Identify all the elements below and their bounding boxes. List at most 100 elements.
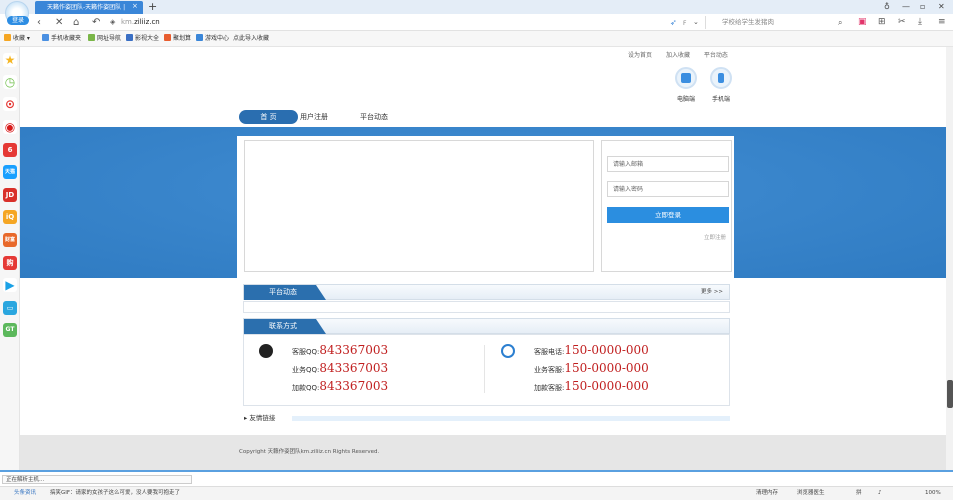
tab-close-icon[interactable]: × <box>132 2 138 10</box>
contact-divider <box>484 345 485 393</box>
feedback-side-tab[interactable] <box>947 380 953 408</box>
app-center-icon[interactable]: ▣ <box>858 16 867 29</box>
top-links: 设为首页 加入收藏 平台动态 <box>628 50 740 59</box>
friend-links-arrow-icon: ▸ <box>244 414 248 422</box>
loading-status: 正在解析主机... <box>2 475 192 484</box>
search-engine-label[interactable]: F <box>683 17 686 30</box>
window-close-icon[interactable]: ✕ <box>938 1 945 13</box>
email-field[interactable]: 请输入邮箱 <box>607 156 729 172</box>
download-desktop[interactable]: 电脑端 <box>668 67 704 103</box>
navigation-bar: ‹ ✕ ⌂ ↶ ◈ km.ziliiz.cn ➶ F ⌄ 学校给学生发猪肉 ⌕ … <box>0 14 953 31</box>
qq-icon <box>259 344 273 358</box>
bookmark-nav[interactable]: 网址导航 <box>88 31 121 47</box>
password-field[interactable]: 请输入密码 <box>607 181 729 197</box>
bookmark-favorites[interactable]: 收藏 ▾ <box>4 31 30 47</box>
menu-icon[interactable]: ≡ <box>938 16 946 29</box>
search-icon[interactable]: ⌕ <box>838 16 842 29</box>
shop-icon[interactable]: 购 <box>3 256 17 270</box>
qq-value: 843367003 <box>319 379 389 393</box>
phone-value: 150-0000-000 <box>564 361 649 375</box>
menu-home[interactable]: 首 页 <box>239 110 298 124</box>
video-icon[interactable]: ⊙ <box>3 97 17 111</box>
app-icon[interactable]: GT <box>3 323 17 337</box>
history-icon[interactable]: ◷ <box>3 75 17 89</box>
menu-news[interactable]: 平台动态 <box>360 110 388 124</box>
zoom-level[interactable]: 100% <box>925 487 941 500</box>
scissors-icon[interactable]: ✂ <box>898 16 906 29</box>
tv-icon[interactable]: ▭ <box>3 301 17 315</box>
news-section-title: 平台动态 <box>244 285 326 300</box>
bookmark-games[interactable]: 游戏中心 <box>196 31 229 47</box>
password-placeholder: 请输入密码 <box>613 186 644 193</box>
favorites-icon[interactable]: ★ <box>3 53 17 67</box>
more-link[interactable]: 更多 >> <box>701 285 723 300</box>
tab-active[interactable]: 天籁作姿团队-天籁作姿团队 | <box>35 1 143 14</box>
bookmark-deals[interactable]: 聚划算 <box>164 31 191 47</box>
search-input[interactable]: 学校给学生发猪肉 <box>705 16 850 29</box>
login-button[interactable]: 登录 <box>7 16 29 25</box>
undo-icon[interactable]: ↶ <box>92 16 100 29</box>
ime-indicator[interactable]: 拼 <box>856 487 862 500</box>
copyright-text: Copyright 天籁作姿团队km.ziliiz.cn Rights Rese… <box>239 449 380 455</box>
home-icon[interactable]: ⌂ <box>73 16 79 29</box>
star-icon <box>4 34 11 41</box>
download-mobile[interactable]: 手机端 <box>703 67 739 103</box>
address-prefix: km. <box>121 18 135 26</box>
footer: Copyright 天籁作姿团队km.ziliiz.cn Rights Rese… <box>20 435 946 470</box>
news-ticker[interactable]: 搞笑GIF：请家的女孩子这么可爱，没人要我可抱走了 <box>50 487 180 500</box>
link-platform-news[interactable]: 平台动态 <box>704 52 728 59</box>
tmall-icon[interactable]: 天猫 <box>3 165 17 179</box>
web-page: 设为首页 加入收藏 平台动态 电脑端 手机端 首 页 用户注册 平台动态 请输入… <box>20 47 946 470</box>
news-section-header: 平台动态 更多 >> <box>243 284 730 300</box>
tab-title: 天籁作姿团队-天籁作姿团队 | <box>47 4 126 11</box>
chevron-down-icon[interactable]: ⌄ <box>693 16 699 29</box>
link-add-favorite[interactable]: 加入收藏 <box>666 52 690 59</box>
login-submit-button[interactable]: 立即登录 <box>607 207 729 223</box>
live-icon[interactable]: ◉ <box>3 120 17 134</box>
phone-row: 客服电话:150-0000-000 <box>534 343 649 357</box>
computer-icon <box>675 67 697 89</box>
phone-value: 150-0000-000 <box>564 343 649 357</box>
shield-icon: ◈ <box>110 18 116 26</box>
player-icon[interactable]: ▶ <box>3 278 17 292</box>
jd-icon[interactable]: JD <box>3 188 17 202</box>
film-icon <box>126 34 133 41</box>
speaker-icon[interactable]: ♪ <box>878 487 882 500</box>
iqiyi-icon[interactable]: iQ <box>3 210 17 224</box>
memory-cleaner[interactable]: 清理内存 <box>756 487 778 500</box>
shirt-icon[interactable]: ♁ <box>884 1 890 13</box>
status-bar: 正在解析主机... 头条资讯 搞笑GIF：请家的女孩子这么可爱，没人要我可抱走了… <box>0 470 953 500</box>
news-panel <box>243 301 730 313</box>
address-domain: ziliiz.cn <box>134 18 160 26</box>
grid-icon[interactable]: ⊞ <box>878 16 886 29</box>
browser-doctor[interactable]: 浏览器医生 <box>797 487 825 500</box>
bookmark-mobile[interactable]: 手机收藏夹 <box>42 31 81 47</box>
phone-value: 150-0000-000 <box>564 379 649 393</box>
minimize-icon[interactable]: — <box>902 1 910 13</box>
new-tab-button[interactable]: + <box>148 0 157 14</box>
email-placeholder: 请输入邮箱 <box>613 161 644 168</box>
back-icon[interactable]: ‹ <box>37 16 41 29</box>
lightning-icon[interactable]: ➶ <box>670 16 677 29</box>
address-bar[interactable]: km.ziliiz.cn <box>121 16 661 29</box>
title-bar: 天籁作姿团队-天籁作姿团队 | × + ♁ — ▫ ✕ <box>0 0 953 14</box>
phone-row: 业务客服:150-0000-000 <box>534 361 649 375</box>
download-icon[interactable]: ⤓ <box>918 16 922 29</box>
news-source[interactable]: 头条资讯 <box>14 487 36 500</box>
finance-icon[interactable]: 财富 <box>3 233 17 247</box>
menu-register[interactable]: 用户注册 <box>300 110 328 124</box>
bookmark-import[interactable]: 点此导入收藏 <box>233 31 269 47</box>
stop-icon[interactable]: ✕ <box>55 16 63 29</box>
sidebar: ★ ◷ ⊙ ◉ 6 天猫 JD iQ 财富 购 ▶ ▭ GT <box>0 47 20 470</box>
weibo-icon[interactable]: 6 <box>3 143 17 157</box>
register-link[interactable]: 立即注册 <box>704 233 726 241</box>
contact-section-title: 联系方式 <box>244 319 326 334</box>
maximize-icon[interactable]: ▫ <box>920 1 925 13</box>
contact-section-header: 联系方式 <box>243 318 730 334</box>
link-set-homepage[interactable]: 设为首页 <box>628 52 652 59</box>
download-mobile-label: 手机端 <box>711 96 730 103</box>
bookmark-video[interactable]: 影视大全 <box>126 31 159 47</box>
download-desktop-label: 电脑端 <box>676 96 695 103</box>
qq-value: 843367003 <box>319 343 389 357</box>
banner-area <box>244 140 594 272</box>
